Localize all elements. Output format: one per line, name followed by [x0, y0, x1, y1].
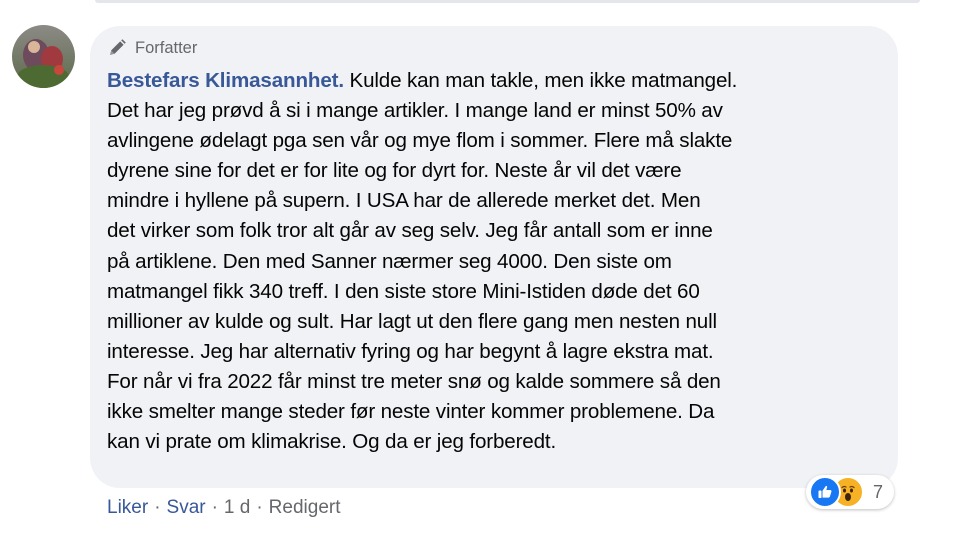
comment-timestamp[interactable]: 1 d: [224, 497, 250, 519]
comment-line: For når vi fra 2022 får minst tre meter …: [107, 369, 721, 393]
previous-comment-divider: [95, 0, 920, 3]
avatar[interactable]: [12, 25, 75, 88]
comment-line: kan vi prate om klimakrise. Og da er jeg…: [107, 430, 557, 454]
comment-bubble: Forfatter Bestefars Klimasannhet. Kulde …: [90, 26, 898, 488]
comment-line: Det har jeg prøvd å si i mange artikler.…: [107, 99, 723, 123]
comment-line: dyrene sine for det er for lite og for d…: [107, 159, 682, 183]
comment-line: på artiklene. Den med Sanner nærmer seg …: [107, 249, 672, 273]
like-icon: [809, 476, 841, 508]
comment-line-1: Bestefars Klimasannhet. Kulde kan man ta…: [107, 66, 880, 96]
author-badge-label: Forfatter: [135, 38, 198, 57]
comment-line: ikke smelter mange steder før neste vint…: [107, 400, 715, 424]
comment-line: avlingene ødelagt pga sen vår og mye flo…: [107, 129, 733, 153]
reaction-count: 7: [873, 481, 884, 502]
reactions-summary[interactable]: 7: [806, 475, 894, 509]
comment-line: interesse. Jeg har alternativ fyring og …: [107, 339, 714, 363]
comment-actions: Liker · Svar · 1 d · Redigert: [107, 494, 341, 522]
comment-first-line-text: Kulde kan man takle, men ikke matmangel.: [343, 69, 738, 92]
like-button[interactable]: Liker: [107, 497, 148, 519]
comment-text: Bestefars Klimasannhet. Kulde kan man ta…: [107, 66, 880, 457]
avatar-photo: [12, 25, 75, 88]
author-badge: Forfatter: [107, 36, 880, 60]
separator: ·: [211, 497, 218, 518]
separator: ·: [154, 497, 161, 518]
comment-line: matmangel fikk 340 treff. I den siste st…: [107, 279, 700, 303]
comment-line: det virker som folk tror alt går av seg …: [107, 219, 713, 243]
author-name-link[interactable]: Bestefars Klimasannhet.: [107, 69, 344, 92]
separator: ·: [256, 497, 263, 518]
pencil-icon: [110, 39, 126, 55]
comment-line: mindre i hyllene på supern. I USA har de…: [107, 189, 701, 213]
comment-line: millioner av kulde og sult. Har lagt ut …: [107, 309, 717, 333]
reply-button[interactable]: Svar: [167, 497, 206, 519]
edited-label[interactable]: Redigert: [269, 497, 341, 519]
